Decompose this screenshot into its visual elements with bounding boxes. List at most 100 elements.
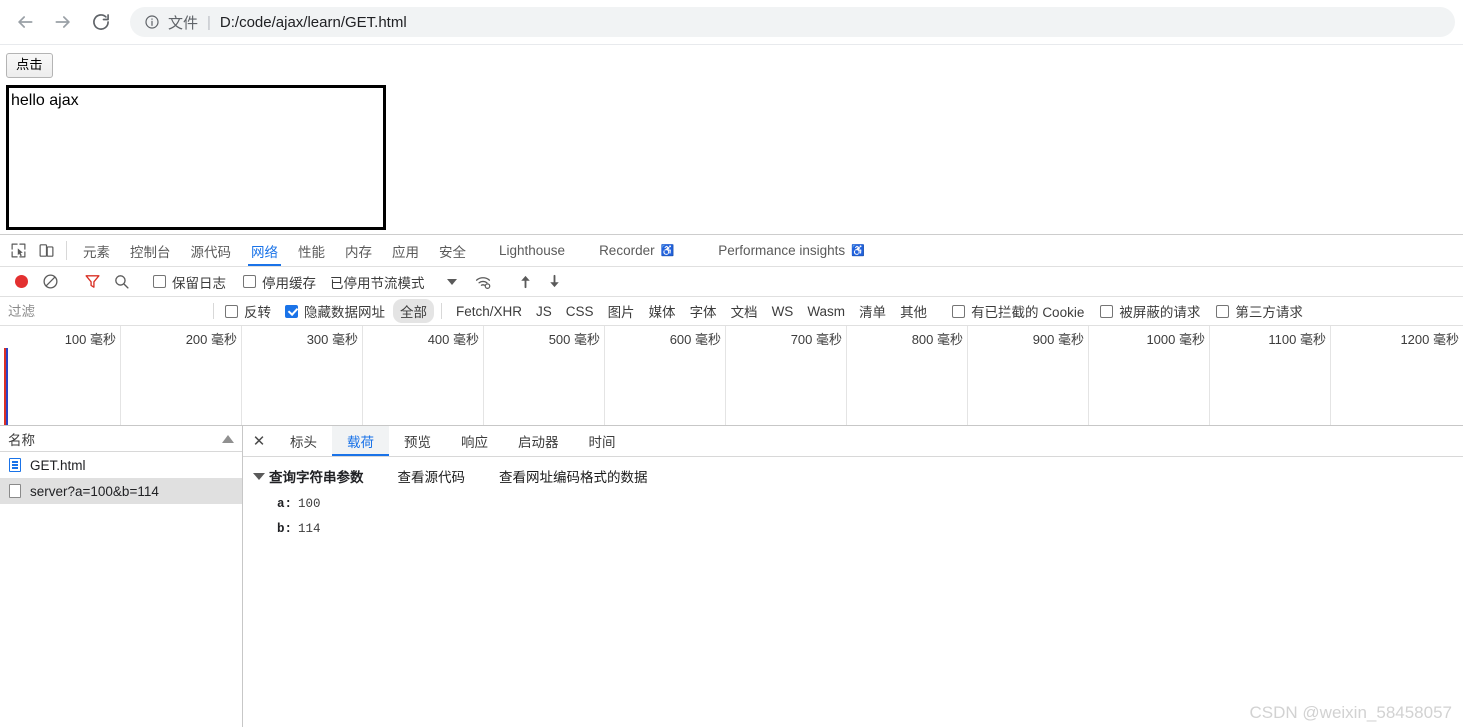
tab-label: Performance insights xyxy=(718,243,846,258)
network-overview-timeline[interactable]: 100 毫秒 200 毫秒 300 毫秒 400 毫秒 500 毫秒 600 毫… xyxy=(0,326,1463,426)
network-filter-bar: 反转 隐藏数据网址 全部 Fetch/XHR JS CSS 图片 媒体 字体 文… xyxy=(0,297,1463,326)
param-key: a: xyxy=(277,497,293,511)
throttling-label: 已停用节流模式 xyxy=(330,275,425,291)
type-filter-media[interactable]: 媒体 xyxy=(642,299,683,323)
filter-input[interactable] xyxy=(0,297,206,325)
blocked-cookies-label: 有已拦截的 Cookie xyxy=(971,305,1085,320)
detail-tab-preview[interactable]: 预览 xyxy=(389,426,446,456)
tab-label: 网络 xyxy=(251,244,278,260)
query-string-section-header[interactable]: 查询字符串参数 查看源代码 查看网址编码格式的数据 xyxy=(253,466,1463,486)
detail-tab-initiator[interactable]: 启动器 xyxy=(503,426,574,456)
detail-tab-payload[interactable]: 载荷 xyxy=(332,426,389,456)
type-filter-fetch-xhr[interactable]: Fetch/XHR xyxy=(449,302,529,321)
info-circle-icon[interactable] xyxy=(144,14,160,30)
timeline-tick: 1100 毫秒 xyxy=(1210,326,1331,425)
tick-label: 400 毫秒 xyxy=(427,332,479,347)
search-icon xyxy=(115,275,129,289)
detail-tab-response[interactable]: 响应 xyxy=(446,426,503,456)
type-filter-font[interactable]: 字体 xyxy=(683,299,724,323)
tick-label: 200 毫秒 xyxy=(185,332,237,347)
tab-performance[interactable]: 性能 xyxy=(288,235,335,266)
record-dot-icon xyxy=(15,275,28,288)
arrow-right-icon xyxy=(55,16,70,28)
request-name: server?a=100&b=114 xyxy=(30,483,159,499)
third-party-checkbox[interactable]: 第三方请求 xyxy=(1216,301,1303,321)
throttling-select[interactable]: 已停用节流模式 xyxy=(330,272,457,292)
timeline-marker-load xyxy=(6,348,8,425)
request-list-header[interactable]: 名称 xyxy=(0,426,242,452)
tick-label: 1100 毫秒 xyxy=(1268,332,1326,347)
type-filter-doc[interactable]: 文档 xyxy=(724,299,765,323)
tab-performance-insights[interactable]: Performance insights ♿ xyxy=(707,235,876,266)
document-icon xyxy=(8,457,22,473)
hide-data-urls-checkbox[interactable]: 隐藏数据网址 xyxy=(285,301,385,321)
type-filter-ws[interactable]: WS xyxy=(765,302,801,321)
disable-cache-checkbox[interactable]: 停用缓存 xyxy=(243,272,316,292)
blocked-cookies-checkbox[interactable]: 有已拦截的 Cookie xyxy=(952,301,1084,321)
tab-label: 载荷 xyxy=(347,435,374,450)
type-filter-img[interactable]: 图片 xyxy=(601,299,642,323)
query-string-title: 查询字符串参数 xyxy=(269,470,364,485)
blocked-requests-checkbox[interactable]: 被屏蔽的请求 xyxy=(1100,301,1200,321)
timeline-tick: 800 毫秒 xyxy=(847,326,968,425)
type-filter-other[interactable]: 其他 xyxy=(893,299,934,323)
experiment-flask-icon: ♿ xyxy=(660,245,675,257)
checkbox-box xyxy=(952,304,966,318)
device-toolbar-icon[interactable] xyxy=(32,235,60,266)
ajax-result-box: hello ajax xyxy=(6,84,386,230)
table-row[interactable]: server?a=100&b=114 xyxy=(0,478,242,504)
tick-label: 1200 毫秒 xyxy=(1400,332,1459,347)
type-filter-js[interactable]: JS xyxy=(529,302,559,321)
tab-application[interactable]: 应用 xyxy=(382,235,429,266)
type-filter-manifest[interactable]: 清单 xyxy=(852,299,893,323)
tab-memory[interactable]: 内存 xyxy=(335,235,382,266)
tab-sources[interactable]: 源代码 xyxy=(181,235,242,266)
type-filter-all[interactable]: 全部 xyxy=(393,299,434,323)
tab-label: 安全 xyxy=(439,244,466,260)
preserve-log-checkbox[interactable]: 保留日志 xyxy=(153,272,226,292)
filter-button[interactable] xyxy=(78,273,107,290)
tick-label: 100 毫秒 xyxy=(64,332,116,347)
download-arrow-icon xyxy=(549,274,559,288)
tab-console[interactable]: 控制台 xyxy=(120,235,181,266)
reload-button[interactable] xyxy=(84,5,118,39)
resource-type-filters: 全部 Fetch/XHR JS CSS 图片 媒体 字体 文档 WS Wasm … xyxy=(393,299,934,323)
detail-tabbar: ✕ 标头 载荷 预览 响应 启动器 时间 xyxy=(243,426,1463,457)
search-button[interactable] xyxy=(107,273,136,290)
invert-checkbox[interactable]: 反转 xyxy=(225,301,271,321)
timeline-tick: 200 毫秒 xyxy=(121,326,242,425)
tab-label: 源代码 xyxy=(190,244,232,260)
network-conditions-button[interactable] xyxy=(469,273,498,291)
inspect-element-icon[interactable] xyxy=(4,235,32,266)
address-bar[interactable]: 文件 | D:/code/ajax/learn/GET.html xyxy=(130,7,1455,37)
request-list-pane: 名称 GET.html server?a=100&b=114 xyxy=(0,426,243,727)
forward-button[interactable] xyxy=(46,5,80,39)
import-har-button[interactable] xyxy=(511,273,540,290)
tab-lighthouse[interactable]: Lighthouse xyxy=(488,235,576,266)
back-button[interactable] xyxy=(8,5,42,39)
record-button[interactable] xyxy=(7,275,36,288)
query-param-row: a: 100 xyxy=(253,497,1463,511)
click-button[interactable]: 点击 xyxy=(6,53,53,78)
sort-ascending-arrow-icon xyxy=(222,434,234,443)
tick-label: 900 毫秒 xyxy=(1032,332,1084,347)
tab-recorder[interactable]: Recorder ♿ xyxy=(588,235,685,266)
timeline-tick: 1000 毫秒 xyxy=(1089,326,1210,425)
type-filter-css[interactable]: CSS xyxy=(559,302,601,321)
tab-network[interactable]: 网络 xyxy=(241,235,288,266)
third-party-label: 第三方请求 xyxy=(1235,305,1303,320)
triangle-down-icon[interactable] xyxy=(253,472,265,480)
devtools-tabbar: 元素 控制台 源代码 网络 性能 内存 应用 安全 Lighthouse Rec… xyxy=(0,235,1463,267)
export-har-button[interactable] xyxy=(540,273,569,290)
close-icon[interactable]: ✕ xyxy=(243,426,275,456)
tab-elements[interactable]: 元素 xyxy=(73,235,120,266)
checkbox-box xyxy=(225,304,238,318)
table-row[interactable]: GET.html xyxy=(0,452,242,478)
tab-security[interactable]: 安全 xyxy=(429,235,476,266)
view-urlencoded-link[interactable]: 查看网址编码格式的数据 xyxy=(499,466,648,486)
detail-tab-headers[interactable]: 标头 xyxy=(275,426,332,456)
type-filter-wasm[interactable]: Wasm xyxy=(800,302,852,321)
detail-tab-timing[interactable]: 时间 xyxy=(574,426,631,456)
clear-button[interactable] xyxy=(36,273,65,290)
view-source-link[interactable]: 查看源代码 xyxy=(398,466,466,486)
